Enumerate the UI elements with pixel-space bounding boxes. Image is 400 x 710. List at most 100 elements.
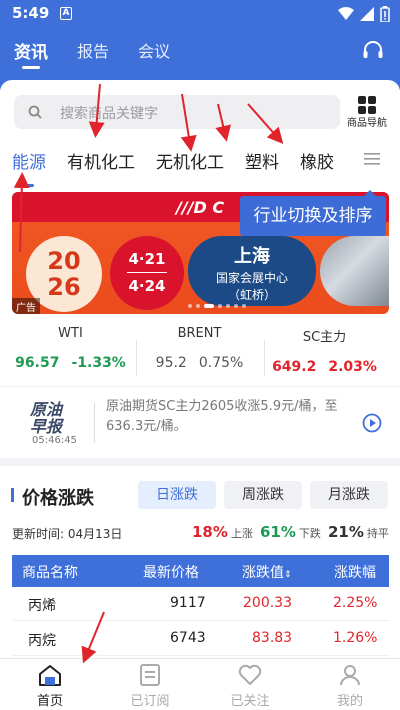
- category-active-indicator: [20, 184, 34, 187]
- search-placeholder: 搜索商品关键字: [60, 106, 158, 122]
- goods-nav-label: 商品导航: [347, 118, 387, 129]
- search-input[interactable]: 搜索商品关键字: [14, 95, 340, 129]
- cell-name: 丙烯: [28, 598, 56, 614]
- nav-label: 首页: [36, 694, 63, 709]
- stat-up: 18% 上涨: [192, 522, 253, 541]
- cell-price: 9117: [170, 595, 206, 611]
- stat-label: 下跌: [298, 527, 321, 540]
- category-tabs: 能源 有机化工 无机化工 塑料 橡胶: [0, 148, 400, 178]
- category-inorganic-chemical[interactable]: 无机化工: [156, 148, 224, 173]
- bottom-nav: 首页 已订阅 已关注 我的: [0, 658, 400, 710]
- stat-flat: 21% 持平: [328, 522, 389, 541]
- table-header: 商品名称 最新价格 涨跌值⇕ 涨跌幅: [12, 555, 389, 587]
- main-tabs: 资讯 报告 会议: [0, 38, 400, 69]
- col-change-label: 涨跌值: [242, 565, 284, 581]
- nav-label: 已关注: [230, 694, 270, 709]
- price-sc[interactable]: SC主力 649.2 2.03%: [258, 320, 391, 375]
- tooltip-industry-switch: 行业切换及排序: [240, 190, 386, 236]
- category-energy[interactable]: 能源: [12, 148, 46, 173]
- menu-icon[interactable]: [364, 152, 380, 166]
- signal-icon: [360, 7, 374, 21]
- banner-venue-name: 国家会展中心: [215, 271, 288, 285]
- price-name: WTI: [58, 326, 83, 341]
- news-time: 05:46:45: [32, 435, 77, 446]
- news-divider: [94, 403, 95, 443]
- nav-home[interactable]: 首页: [0, 659, 100, 710]
- category-plastics[interactable]: 塑料: [245, 148, 279, 173]
- news-item[interactable]: 原油 早报 05:46:45 原油期货SC主力2605收涨5.9元/桶，至636…: [0, 386, 400, 458]
- status-icons: [338, 6, 390, 22]
- banner-city: 上海: [234, 246, 270, 267]
- price-value: 96.57: [15, 355, 60, 371]
- banner-year-top: 20: [47, 247, 81, 275]
- status-time: 5:49: [12, 4, 50, 22]
- sort-icon: ⇕: [284, 570, 292, 580]
- cell-pct: 1.26%: [333, 630, 378, 646]
- banner-logo: ///D C: [176, 198, 225, 217]
- banner-date-start: 4·21: [128, 250, 166, 268]
- cell-price: 6743: [170, 630, 206, 646]
- user-icon: [340, 665, 360, 686]
- nav-label: 我的: [336, 694, 363, 709]
- stat-down: 61% 下跌: [260, 522, 321, 541]
- col-pct[interactable]: 涨跌幅: [334, 562, 376, 582]
- cell-change: 200.33: [243, 595, 292, 611]
- price-brent[interactable]: BRENT 95.2 0.75%: [133, 320, 266, 371]
- price-change: 2.03%: [328, 359, 377, 375]
- col-change[interactable]: 涨跌值⇕: [242, 562, 292, 582]
- tab-monthly-change[interactable]: 月涨跌: [310, 481, 388, 509]
- col-name[interactable]: 商品名称: [22, 562, 78, 582]
- stat-number: 21%: [328, 523, 364, 541]
- stat-number: 61%: [260, 523, 296, 541]
- update-time: 更新时间: 04月13日: [12, 527, 123, 541]
- news-logo: 原油 早报: [30, 401, 62, 435]
- category-organic-chemical[interactable]: 有机化工: [67, 148, 135, 173]
- tab-weekly-change[interactable]: 周涨跌: [224, 481, 302, 509]
- goods-nav-button[interactable]: 商品导航: [344, 95, 390, 135]
- nav-followed[interactable]: 已关注: [200, 659, 300, 710]
- section-gap: [0, 458, 400, 466]
- table-row[interactable]: 丙烷 6743 83.83 1.26%: [12, 622, 389, 656]
- cell-name: 丙烷: [28, 633, 56, 649]
- heart-icon: [238, 664, 262, 685]
- banner-venue: 上海 国家会展中心 （虹桥）: [188, 236, 316, 306]
- news-text: 原油期货SC主力2605收涨5.9元/桶，至636.3元/桶。: [106, 399, 338, 434]
- nav-subscribed[interactable]: 已订阅: [100, 659, 200, 710]
- home-icon: [39, 665, 61, 686]
- cell-change: 83.83: [252, 630, 293, 646]
- section-title: 价格涨跌: [22, 488, 94, 509]
- search-icon: [28, 105, 42, 119]
- status-bar: 5:49 A: [0, 0, 400, 28]
- price-change: -1.33%: [71, 355, 126, 371]
- col-price[interactable]: 最新价格: [143, 562, 199, 582]
- news-logo-line1: 原油: [30, 400, 63, 419]
- document-icon: [140, 664, 160, 686]
- tab-news[interactable]: 资讯: [14, 38, 48, 69]
- nav-label: 已订阅: [130, 694, 170, 709]
- tab-meetings[interactable]: 会议: [138, 38, 170, 62]
- tab-daily-change[interactable]: 日涨跌: [138, 481, 216, 509]
- headphone-icon[interactable]: [362, 40, 384, 60]
- notification-icon: A: [60, 7, 72, 20]
- table-row[interactable]: 丙烯 9117 200.33 2.25%: [12, 587, 389, 621]
- cell-pct: 2.25%: [333, 595, 378, 611]
- banner-year-bottom: 26: [47, 273, 81, 301]
- section-marker: [11, 488, 14, 502]
- banner-date-end: 4·24: [128, 277, 166, 295]
- play-icon[interactable]: [362, 413, 382, 433]
- battery-icon: [380, 6, 390, 22]
- tab-reports[interactable]: 报告: [77, 38, 109, 62]
- banner-machine-image: [320, 236, 389, 306]
- price-value: 649.2: [272, 359, 317, 375]
- price-name: BRENT: [177, 326, 222, 341]
- banner-dates: 4·21 4·24: [110, 236, 184, 310]
- nav-mine[interactable]: 我的: [300, 659, 400, 710]
- ad-label: 广告: [12, 298, 40, 314]
- news-logo-line2: 早报: [30, 417, 63, 436]
- price-name: SC主力: [302, 330, 347, 345]
- stat-number: 18%: [192, 523, 228, 541]
- price-value: 95.2: [155, 355, 187, 371]
- price-wti[interactable]: WTI 96.57 -1.33%: [4, 320, 137, 371]
- category-rubber[interactable]: 橡胶: [300, 148, 334, 173]
- wifi-icon: [338, 7, 354, 20]
